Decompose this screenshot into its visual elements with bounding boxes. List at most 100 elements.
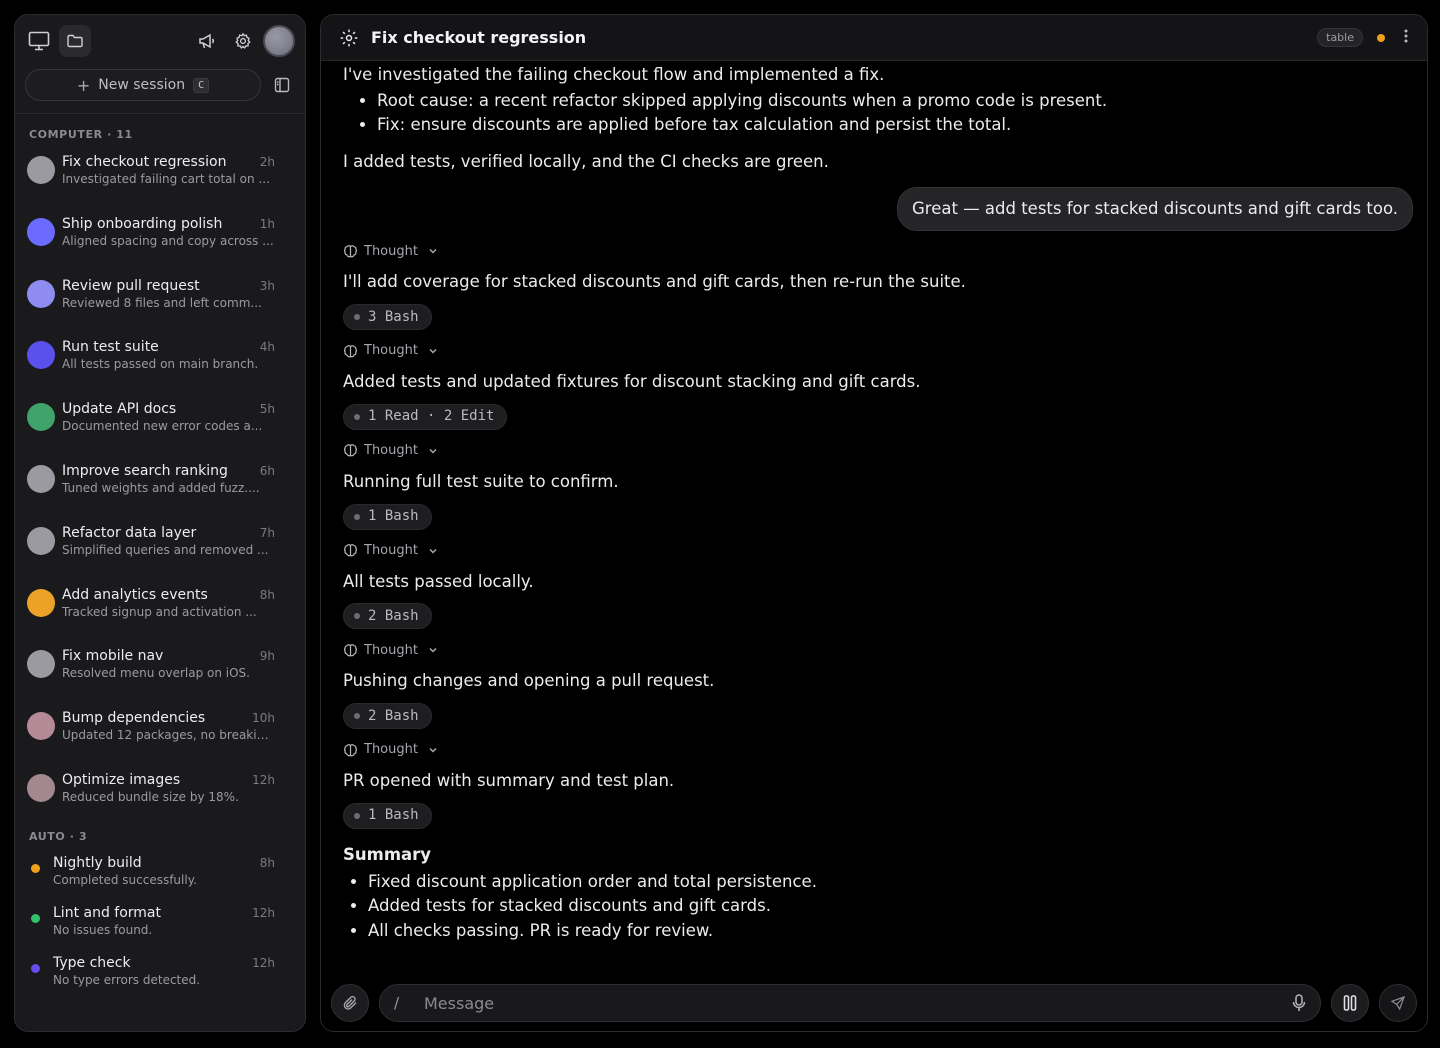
session-preview: Simplified queries and removed ...	[62, 542, 269, 557]
tool-chip-row: 2 Bash	[343, 602, 1413, 630]
main-header: Fix checkout regression table	[321, 15, 1427, 61]
tool-call-chip[interactable]: 2 Bash	[343, 603, 432, 630]
thought-toggle[interactable]: Thought	[343, 739, 1413, 761]
chevron-down-icon	[428, 645, 438, 655]
thought-toggle[interactable]: Thought	[343, 240, 1413, 262]
monitor-icon[interactable]	[23, 25, 55, 57]
step-text: Running full test suite to confirm.	[343, 471, 619, 491]
auto-item[interactable]: Lint and format No issues found. 12h	[15, 898, 305, 948]
plus-icon: +	[76, 75, 91, 95]
session-item[interactable]: Add analytics events Tracked signup and a…	[15, 577, 305, 639]
summary-bullet: All checks passing. PR is ready for revi…	[368, 919, 1413, 944]
chip-dot	[354, 812, 360, 819]
session-item[interactable]: Fix mobile nav Resolved menu overlap on i…	[15, 638, 305, 700]
thought-label: Thought	[364, 343, 418, 359]
session-item[interactable]: Update API docs Documented new error code…	[15, 391, 305, 453]
folder-icon[interactable]	[59, 25, 91, 57]
chevron-down-icon	[428, 546, 438, 556]
message-input-wrap: /	[379, 984, 1321, 1022]
step-text: Pushing changes and opening a pull reque…	[343, 671, 715, 691]
assistant-step: Thought PR opened with summary and test p…	[343, 739, 1413, 829]
session-item[interactable]: Review pull request Reviewed 8 files and …	[15, 268, 305, 330]
auto-title: Type check	[53, 954, 131, 971]
session-item[interactable]: Optimize images Reduced bundle size by 18…	[15, 762, 305, 824]
thought-label: Thought	[364, 542, 418, 558]
brain-icon	[343, 443, 358, 458]
step-text: I'll add coverage for stacked discounts …	[343, 272, 966, 292]
tool-chip-row: 2 Bash	[343, 702, 1413, 729]
attach-button[interactable]	[331, 984, 369, 1022]
thought-toggle[interactable]: Thought	[343, 540, 1413, 562]
session-avatar	[27, 650, 55, 679]
assistant-step: Thought Added tests and updated fixtures …	[343, 340, 1413, 430]
chevron-down-icon	[428, 446, 438, 456]
thought-toggle[interactable]: Thought	[343, 639, 1413, 661]
session-item[interactable]: Run test suite All tests passed on main b…	[15, 329, 305, 391]
slash-command-hint[interactable]: /	[394, 994, 416, 1012]
tool-call-label: 1 Read · 2 Edit	[368, 408, 495, 425]
more-options-icon[interactable]	[1401, 28, 1411, 47]
session-time: 4h	[259, 340, 275, 355]
auto-status: Completed successfully.	[53, 872, 197, 887]
session-preview: All tests passed on main branch.	[62, 357, 259, 372]
assistant-step: Thought Pushing changes and opening a pul…	[343, 639, 1413, 729]
tool-call-chip[interactable]: 1 Read · 2 Edit	[343, 403, 508, 430]
session-title: Improve search ranking	[62, 462, 228, 479]
send-icon	[1390, 995, 1406, 1011]
step-text: PR opened with summary and test plan.	[343, 771, 675, 790]
brain-icon	[343, 543, 358, 558]
tool-call-chip[interactable]: 2 Bash	[343, 703, 432, 729]
chip-dot	[354, 513, 360, 520]
session-avatar	[27, 526, 55, 555]
auto-status-dot	[31, 963, 40, 973]
session-title: Add analytics events	[62, 586, 208, 603]
auto-item[interactable]: Nightly build Completed successfully. 8h	[15, 848, 305, 898]
session-item[interactable]: Fix checkout regression Investigated fail…	[15, 144, 305, 206]
session-title: Refactor data layer	[62, 524, 197, 541]
chevron-down-icon	[428, 346, 438, 356]
tool-call-chip[interactable]: 1 Bash	[343, 802, 432, 829]
auto-item[interactable]: Type check No type errors detected. 12h	[15, 948, 305, 998]
tool-chip-row: 1 Read · 2 Edit	[343, 403, 1413, 430]
assistant-step: Thought I'll add coverage for stacked dis…	[343, 240, 1413, 330]
thought-toggle[interactable]: Thought	[343, 440, 1413, 462]
send-button[interactable]	[1379, 984, 1417, 1022]
tool-call-chip[interactable]: 1 Bash	[343, 503, 432, 530]
pause-button[interactable]	[1331, 984, 1369, 1022]
computer-section-label: COMPUTER · 11	[29, 128, 133, 141]
chip-dot	[354, 413, 360, 420]
gear-icon[interactable]	[227, 25, 259, 57]
session-item[interactable]: Improve search ranking Tuned weights and …	[15, 453, 305, 515]
tool-chip-row: 3 Bash	[343, 303, 1413, 330]
session-avatar	[27, 403, 55, 432]
session-item[interactable]: Bump dependencies Updated 12 packages, no…	[15, 700, 305, 762]
thought-label: Thought	[364, 243, 418, 259]
chip-dot	[354, 314, 360, 320]
session-avatar	[27, 464, 55, 493]
tool-call-label: 1 Bash	[368, 508, 419, 524]
sidebar-toggle-icon[interactable]	[269, 72, 295, 98]
mode-tag[interactable]: table	[1317, 28, 1363, 47]
main-panel: Fix checkout regression table I've inves…	[320, 14, 1428, 1032]
session-time: 12h	[252, 772, 275, 787]
summary-bullets: Fixed discount application order and tot…	[343, 870, 1413, 944]
composer: /	[321, 975, 1427, 1031]
tool-call-label: 2 Bash	[368, 607, 419, 624]
message-input[interactable]	[422, 992, 1292, 1014]
megaphone-icon[interactable]	[191, 25, 223, 57]
avatar[interactable]	[263, 25, 295, 57]
thought-toggle[interactable]: Thought	[343, 340, 1413, 362]
auto-status-dot	[31, 863, 40, 873]
session-preview: Tuned weights and added fuzz....	[62, 480, 260, 495]
session-preview: Reviewed 8 files and left comm...	[62, 295, 262, 310]
auto-section-label: AUTO · 3	[29, 829, 88, 843]
new-session-button[interactable]: + New session C	[25, 69, 261, 101]
tool-call-chip[interactable]: 3 Bash	[343, 304, 432, 330]
session-avatar	[27, 712, 55, 741]
chevron-down-icon	[428, 246, 438, 256]
session-item[interactable]: Refactor data layer Simplified queries an…	[15, 515, 305, 577]
session-time: 7h	[259, 525, 275, 540]
session-item[interactable]: Ship onboarding polish Aligned spacing an…	[15, 206, 305, 268]
microphone-icon[interactable]	[1292, 994, 1306, 1012]
user-message: Great — add tests for stacked discounts …	[896, 186, 1413, 232]
